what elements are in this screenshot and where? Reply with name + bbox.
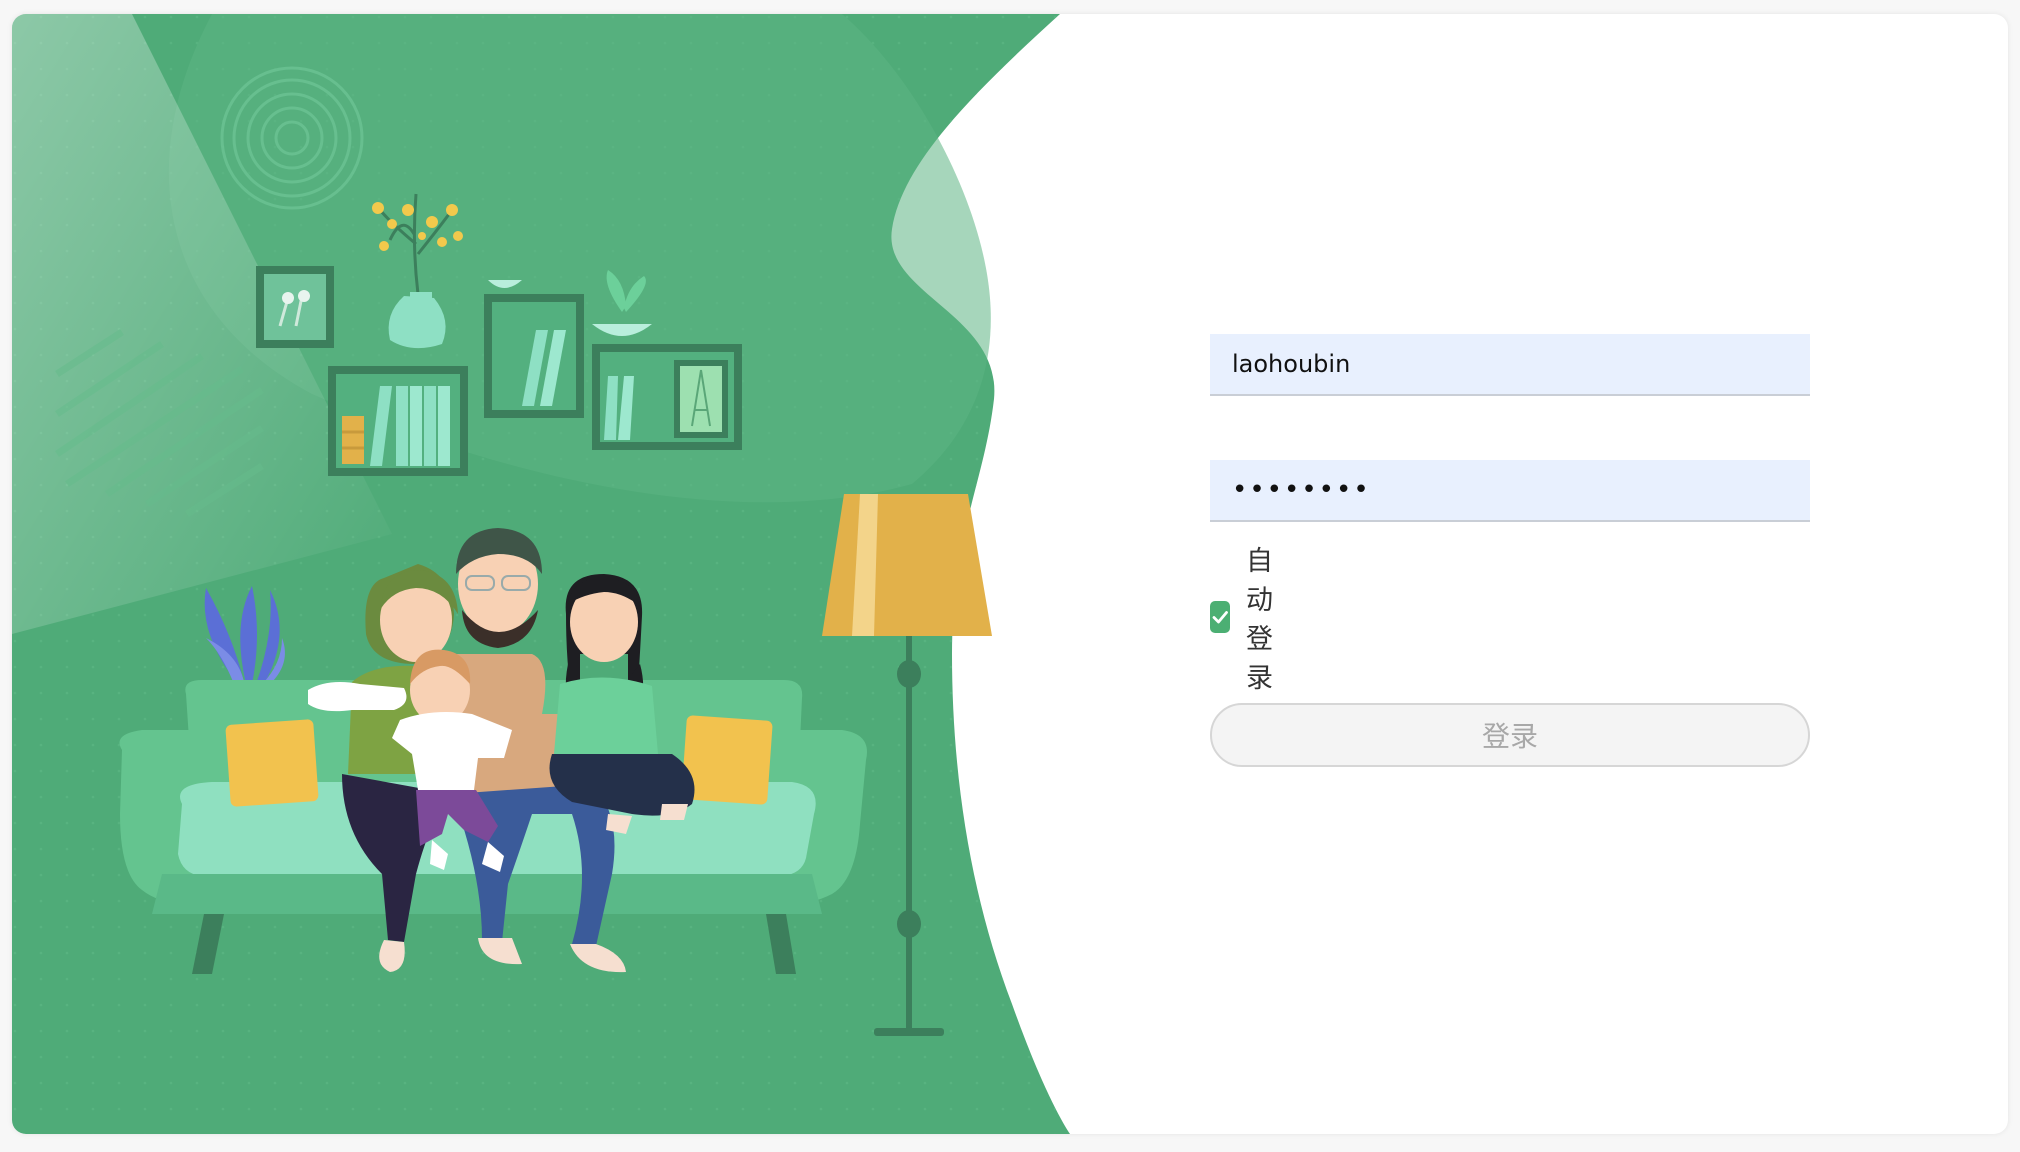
username-input[interactable] <box>1210 334 1810 396</box>
bookshelf-left <box>328 366 468 476</box>
password-input[interactable] <box>1210 460 1810 522</box>
checkmark-icon <box>1212 611 1228 624</box>
login-window: 自动登录 登录 <box>12 14 2008 1134</box>
cushion-right <box>681 715 773 805</box>
bookshelf-middle <box>484 294 584 418</box>
picture-frame <box>256 266 334 348</box>
hero-illustration <box>12 14 1070 1134</box>
remember-login-checkbox[interactable] <box>1210 601 1230 633</box>
bookshelf-right <box>592 344 742 450</box>
remember-login-label: 自动登录 <box>1246 546 1273 694</box>
remember-login-toggle[interactable]: 自动登录 <box>1210 546 1285 694</box>
cushion-left <box>225 719 319 807</box>
login-button[interactable]: 登录 <box>1210 703 1810 767</box>
